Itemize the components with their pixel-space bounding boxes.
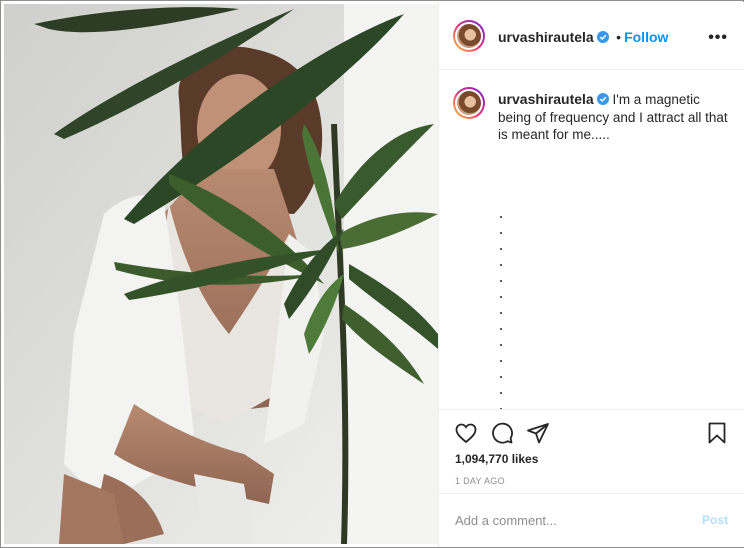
separator-dot: • [616, 29, 622, 45]
avatar[interactable] [453, 20, 485, 52]
comment-bar: Post [439, 493, 744, 547]
comment-input[interactable] [455, 511, 685, 529]
post-photo-image [4, 4, 438, 544]
instagram-post-window: urvashirautela • Follow ••• urvashirautel… [0, 0, 744, 548]
comment-icon[interactable] [490, 421, 514, 445]
verified-icon [596, 93, 609, 105]
caption-text: urvashirautela I'm a magnetic being of f… [498, 91, 734, 144]
verified-icon [596, 31, 609, 43]
heart-icon[interactable] [454, 421, 478, 445]
bookmark-icon[interactable] [705, 421, 729, 445]
follow-button[interactable]: Follow [624, 29, 668, 45]
post-comment-button[interactable]: Post [702, 513, 728, 527]
share-icon[interactable] [526, 421, 550, 445]
post-header: urvashirautela • Follow ••• [439, 2, 744, 70]
caption-avatar[interactable] [453, 87, 485, 119]
post-photo[interactable] [4, 4, 438, 544]
header-username[interactable]: urvashirautela [498, 29, 594, 45]
more-options-icon[interactable]: ••• [708, 29, 728, 47]
post-timestamp[interactable]: 1 DAY AGO [455, 476, 505, 486]
post-actions: 1,094,770 likes 1 DAY AGO [439, 409, 744, 493]
caption-area: urvashirautela I'm a magnetic being of f… [439, 70, 744, 409]
caption-username[interactable]: urvashirautela [498, 91, 594, 107]
likes-count[interactable]: 1,094,770 likes [455, 452, 538, 466]
caption-dots [500, 216, 502, 409]
post-sidebar: urvashirautela • Follow ••• urvashirautel… [438, 2, 744, 547]
